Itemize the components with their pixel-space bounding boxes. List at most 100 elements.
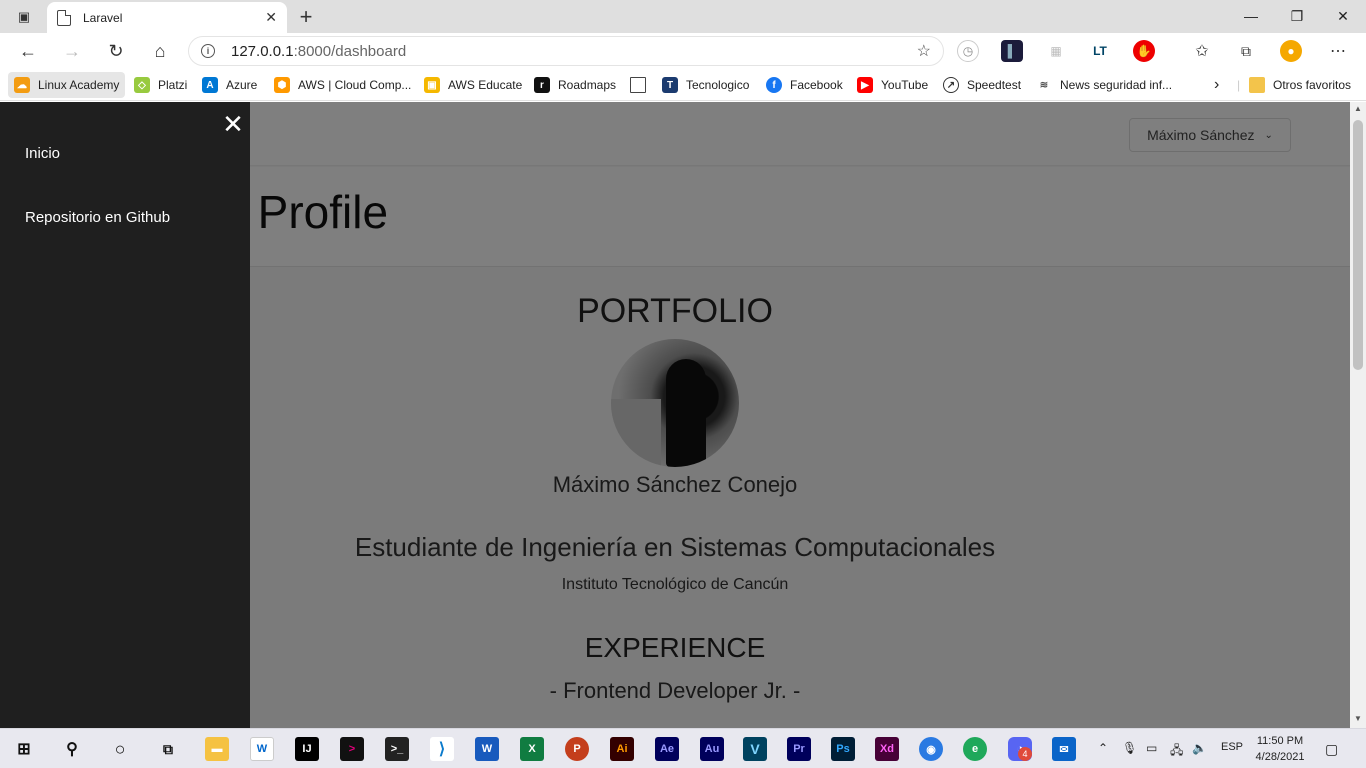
bookmark-platzi[interactable]: ◇ Platzi <box>134 72 187 98</box>
photoshop-icon[interactable]: Ps <box>831 737 855 761</box>
close-window-icon[interactable]: ✕ <box>1320 2 1366 30</box>
bookmark-news[interactable]: ≋ News seguridad inf... <box>1036 72 1172 98</box>
mail-icon[interactable]: ✉ <box>1052 737 1076 761</box>
bookmark-linux-academy[interactable]: ☁ Linux Academy <box>8 72 126 98</box>
page-favicon-icon <box>57 9 71 26</box>
close-drawer-icon[interactable]: ✕ <box>221 111 245 137</box>
bookmark-other-folder[interactable]: Otros favoritos <box>1249 72 1351 98</box>
clock-time: 11:50 PM <box>1256 735 1304 747</box>
powerpoint-icon[interactable]: P <box>565 737 589 761</box>
cloud-icon: ☁ <box>14 77 30 93</box>
tab-actions-icon[interactable]: ▣ <box>8 6 40 28</box>
roadmaps-icon: r <box>534 77 550 93</box>
scroll-up-icon[interactable]: ▲ <box>1354 104 1362 113</box>
terminal-icon[interactable]: >_ <box>385 737 409 761</box>
task-view-icon[interactable]: ⧉ <box>156 737 180 761</box>
back-icon[interactable]: ← <box>14 38 42 64</box>
azure-icon: A <box>202 77 218 93</box>
scroll-down-icon[interactable]: ▼ <box>1354 714 1362 723</box>
vectorworks-icon[interactable]: V <box>743 737 767 761</box>
file-explorer-icon[interactable]: ▬ <box>205 737 229 761</box>
new-tab-icon[interactable]: + <box>294 4 318 30</box>
extension-clock-icon[interactable]: ◷ <box>957 40 979 62</box>
add-favorite-icon[interactable]: ☆ <box>917 41 931 61</box>
drawer-item-github[interactable]: Repositorio en Github <box>25 209 170 226</box>
network-icon[interactable]: 🖧 <box>1170 741 1183 762</box>
discord-badge: 4 <box>1018 747 1032 761</box>
address-toolbar: ← → ↻ ⌂ i 127.0.0.1:8000/dashboard ☆ ◷ ▌… <box>0 33 1366 69</box>
url-text[interactable]: 127.0.0.1:8000/dashboard <box>231 43 917 60</box>
close-tab-icon[interactable]: ✕ <box>265 9 277 26</box>
search-icon[interactable]: ⚲ <box>60 737 84 761</box>
premiere-icon[interactable]: Pr <box>787 737 811 761</box>
vscode-icon[interactable]: ⟩ <box>430 737 454 761</box>
excel-icon[interactable]: X <box>520 737 544 761</box>
bookmark-tecnologico[interactable]: T Tecnologico <box>662 72 749 98</box>
home-icon[interactable]: ⌂ <box>146 38 174 64</box>
side-drawer: ✕ Inicio Repositorio en Github <box>0 102 250 728</box>
bookmark-roadmaps[interactable]: r Roadmaps <box>534 72 616 98</box>
tecnologico-icon: T <box>662 77 678 93</box>
hyper-terminal-icon[interactable]: > <box>340 737 364 761</box>
speedtest-icon: ↗ <box>943 77 959 93</box>
intellij-icon[interactable]: IJ <box>295 737 319 761</box>
bookmark-facebook[interactable]: f Facebook <box>766 72 843 98</box>
refresh-icon[interactable]: ↻ <box>102 38 130 64</box>
platzi-icon: ◇ <box>134 77 150 93</box>
news-icon: ≋ <box>1036 77 1052 93</box>
microphone-icon[interactable]: 🎙 <box>1122 741 1137 755</box>
cortana-icon[interactable]: ○ <box>108 737 132 761</box>
aws-educate-icon: ▣ <box>424 77 440 93</box>
facebook-icon: f <box>766 77 782 93</box>
audition-icon[interactable]: Au <box>700 737 724 761</box>
xd-icon[interactable]: Xd <box>875 737 899 761</box>
system-clock[interactable]: 11:50 PM 4/28/2021 <box>1252 733 1308 765</box>
profile-avatar-icon[interactable]: ● <box>1280 40 1302 62</box>
bookmarks-bar: ☁ Linux Academy ◇ Platzi A Azure ⬢ AWS | Clo… <box>0 69 1366 101</box>
bookmarks-divider: | <box>1237 78 1241 92</box>
bookmarks-overflow-icon[interactable]: › <box>1214 72 1219 98</box>
address-bar[interactable]: i 127.0.0.1:8000/dashboard ☆ <box>188 36 944 66</box>
aws-icon: ⬢ <box>274 77 290 93</box>
word-doc-icon[interactable]: W <box>250 737 274 761</box>
word-icon[interactable]: W <box>475 737 499 761</box>
restore-icon[interactable]: ❐ <box>1274 2 1320 30</box>
firefox-icon[interactable]: ◉ <box>919 737 943 761</box>
bookmark-aws[interactable]: ⬢ AWS | Cloud Comp... <box>274 72 411 98</box>
notifications-icon[interactable]: ▢ <box>1325 741 1338 758</box>
browser-title-bar: ▣ Laravel ✕ + — ❐ ✕ <box>0 0 1366 33</box>
folder-icon <box>1249 77 1265 93</box>
edge-icon[interactable]: e <box>963 737 987 761</box>
extension-bracket-icon[interactable]: ▌ <box>1001 40 1023 62</box>
bookmark-aws-educate[interactable]: ▣ AWS Educate <box>424 72 522 98</box>
battery-icon[interactable]: ▭ <box>1146 741 1157 755</box>
clock-date: 4/28/2021 <box>1255 751 1305 763</box>
bookmark-page[interactable] <box>630 72 654 98</box>
language-indicator[interactable]: ESP <box>1221 741 1243 753</box>
extension-grid-icon[interactable]: ▦ <box>1045 40 1067 62</box>
drawer-item-inicio[interactable]: Inicio <box>25 145 60 162</box>
page-scrollbar[interactable]: ▲ ▼ <box>1350 102 1366 728</box>
extension-adblock-icon[interactable]: ✋ <box>1133 40 1155 62</box>
more-menu-icon[interactable]: ⋯ <box>1327 40 1349 62</box>
collections-icon[interactable]: ⧉ <box>1235 40 1257 62</box>
favorites-icon[interactable]: ✩ <box>1191 40 1213 62</box>
tray-expand-icon[interactable]: ⌃ <box>1098 741 1108 755</box>
windows-taskbar: ⊞ ⚲ ○ ⧉ ▬ W IJ > >_ ⟩ W X P Ai Ae Au V P… <box>0 728 1366 768</box>
windows-start-icon[interactable]: ⊞ <box>12 737 36 761</box>
tab-title: Laravel <box>83 10 123 25</box>
extension-lt-icon[interactable]: LT <box>1089 40 1111 62</box>
minimize-icon[interactable]: — <box>1228 2 1274 30</box>
site-info-icon[interactable]: i <box>201 44 215 58</box>
illustrator-icon[interactable]: Ai <box>610 737 634 761</box>
page-icon <box>630 77 646 93</box>
volume-icon[interactable]: 🔈 <box>1192 741 1207 755</box>
youtube-icon: ▶ <box>857 77 873 93</box>
scroll-thumb[interactable] <box>1353 120 1363 370</box>
after-effects-icon[interactable]: Ae <box>655 737 679 761</box>
forward-icon[interactable]: → <box>58 38 86 64</box>
bookmark-azure[interactable]: A Azure <box>202 72 257 98</box>
bookmark-youtube[interactable]: ▶ YouTube <box>857 72 928 98</box>
browser-tab[interactable]: Laravel ✕ <box>47 2 287 33</box>
bookmark-speedtest[interactable]: ↗ Speedtest <box>943 72 1021 98</box>
